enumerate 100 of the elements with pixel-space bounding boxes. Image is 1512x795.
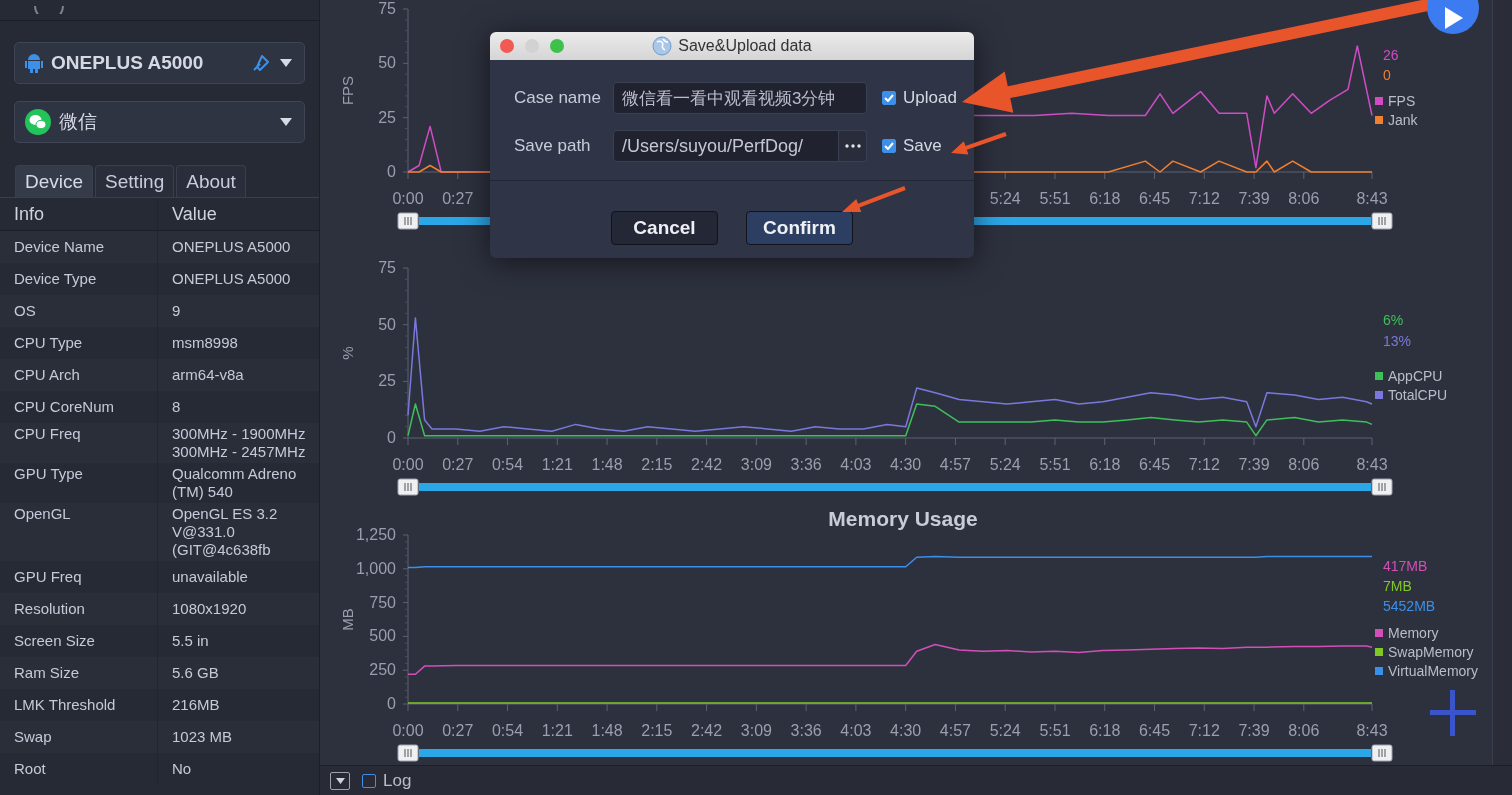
axis-label: 6:45	[1138, 456, 1171, 473]
play-icon	[1443, 7, 1463, 29]
annotation-arrow	[842, 186, 906, 213]
table-cell-text: 1023 MB	[171, 727, 233, 747]
axis-title: %	[339, 346, 356, 360]
slider-handle[interactable]	[397, 478, 419, 496]
axis-label: 4:03	[840, 456, 872, 473]
legend-label: FPS	[1388, 93, 1416, 109]
table-cell-text: arm64-v8a	[171, 365, 244, 385]
table-cell-text: OpenGL ES 3.2 V@331.0 (GIT@4c638fb	[171, 504, 278, 560]
axis-label: 1:48	[591, 722, 623, 739]
tab[interactable]: Setting	[95, 165, 175, 197]
axis-label: 50	[378, 54, 396, 72]
readout-value: 417MB	[1383, 558, 1428, 574]
dropdown-button[interactable]	[330, 771, 350, 790]
axis-title: MB	[339, 608, 356, 631]
axis-label: 5:24	[989, 722, 1021, 739]
input-field[interactable]: 微信看一看中观看视频3分钟	[613, 82, 867, 114]
axis-label: 0:54	[491, 456, 524, 473]
range-slider[interactable]	[419, 749, 1371, 757]
axis-label: 4:30	[890, 456, 922, 473]
axis-label: 0:00	[392, 190, 424, 207]
table-cell: Device Name	[0, 231, 158, 263]
chat-bubbles-icon	[25, 109, 51, 135]
checkbox-label[interactable]: Log	[383, 770, 412, 791]
checkbox[interactable]	[362, 773, 376, 788]
cancel-button[interactable]: Cancel	[611, 211, 718, 245]
input-field[interactable]: /Users/suyou/PerfDog/	[613, 130, 839, 162]
table-cell: Resolution	[0, 593, 158, 625]
column-header: Value	[171, 203, 217, 226]
slider-handle[interactable]	[397, 744, 419, 762]
check-icon	[884, 142, 894, 150]
close-button[interactable]	[500, 39, 514, 53]
chart-title: Memory Usage	[828, 506, 978, 530]
globe-icon	[652, 36, 673, 56]
confirm-button[interactable]: Confirm	[746, 211, 853, 245]
table-cell-text: 1080x1920	[171, 599, 247, 619]
range-slider[interactable]	[419, 483, 1371, 491]
device-dropdown[interactable]: ONEPLUS A5000	[14, 42, 305, 84]
axis-label: 7:12	[1188, 722, 1220, 739]
axis-label: 5:51	[1039, 456, 1071, 473]
axis-label: 2:42	[691, 722, 723, 739]
readout-value: 5452MB	[1383, 598, 1436, 614]
legend-label: Jank	[1388, 112, 1418, 128]
axis-label: 7:39	[1238, 190, 1270, 207]
table-cell-text: ONEPLUS A5000	[171, 237, 291, 257]
table-cell-text: 9	[171, 301, 181, 321]
table-cell-text: msm8998	[171, 333, 238, 353]
axis-label: 8:43	[1356, 722, 1388, 739]
axis-label: 1,000	[355, 559, 396, 577]
axis-label: 8:43	[1356, 190, 1388, 207]
checkbox-label[interactable]: Save	[903, 136, 942, 156]
table-cell-text: 216MB	[171, 695, 220, 715]
axis-label: 2:15	[641, 722, 673, 739]
axis-label: 4:57	[939, 456, 971, 473]
axis-label: 750	[369, 593, 396, 611]
field-label: Save path	[514, 136, 592, 156]
legend-label: Memory	[1388, 625, 1439, 641]
column-header: Info	[0, 198, 158, 230]
slider-handle[interactable]	[397, 212, 419, 230]
table-cell: CPU Freq	[0, 423, 158, 463]
axis-label: 7:12	[1188, 190, 1220, 207]
axis-label: 8:06	[1288, 722, 1320, 739]
table-cell-text: unavailable	[171, 567, 248, 587]
checkbox[interactable]	[882, 139, 896, 153]
axis-label: 3:09	[740, 722, 772, 739]
slider-handle[interactable]	[1371, 212, 1393, 230]
android-icon	[25, 52, 43, 74]
axis-label: 6:18	[1089, 722, 1121, 739]
app-dropdown[interactable]: 微信	[14, 101, 305, 143]
axis-label: 0:27	[442, 722, 474, 739]
table-cell-text: 300MHz - 1900MHz 300MHz - 2457MHz	[171, 424, 306, 462]
axis-label: 75	[378, 259, 396, 276]
window-title: Save&Upload data	[678, 37, 812, 55]
axis-label: 500	[369, 627, 396, 645]
browse-button[interactable]	[839, 130, 867, 162]
checkbox[interactable]	[882, 91, 896, 105]
readout-value: 7MB	[1383, 578, 1412, 594]
axis-label: 0	[387, 429, 396, 446]
scrollbar[interactable]	[1492, 0, 1512, 765]
avatar-icon	[34, 6, 64, 14]
table-cell: OS	[0, 295, 158, 327]
axis-label: 5:24	[989, 190, 1021, 207]
axis-label: 2:15	[641, 456, 673, 473]
axis-label: 25	[378, 108, 396, 126]
readout-value: 26	[1383, 47, 1399, 63]
axis-label: 3:36	[790, 456, 822, 473]
axis-label: 2:42	[691, 456, 723, 473]
slider-handle[interactable]	[1371, 478, 1393, 496]
axis-label: 50	[378, 315, 396, 333]
tab[interactable]: Device	[15, 165, 94, 197]
slider-handle[interactable]	[1371, 744, 1393, 762]
table-cell-text: Qualcomm Adreno (TM) 540	[171, 464, 297, 502]
tab[interactable]: About	[176, 165, 246, 197]
caret-icon	[280, 59, 292, 67]
checkbox-label[interactable]: Upload	[903, 88, 957, 108]
axis-label: 4:03	[840, 722, 872, 739]
legend-label: TotalCPU	[1388, 387, 1448, 403]
table-cell-text: No	[171, 759, 192, 779]
axis-label: 0:54	[491, 722, 524, 739]
